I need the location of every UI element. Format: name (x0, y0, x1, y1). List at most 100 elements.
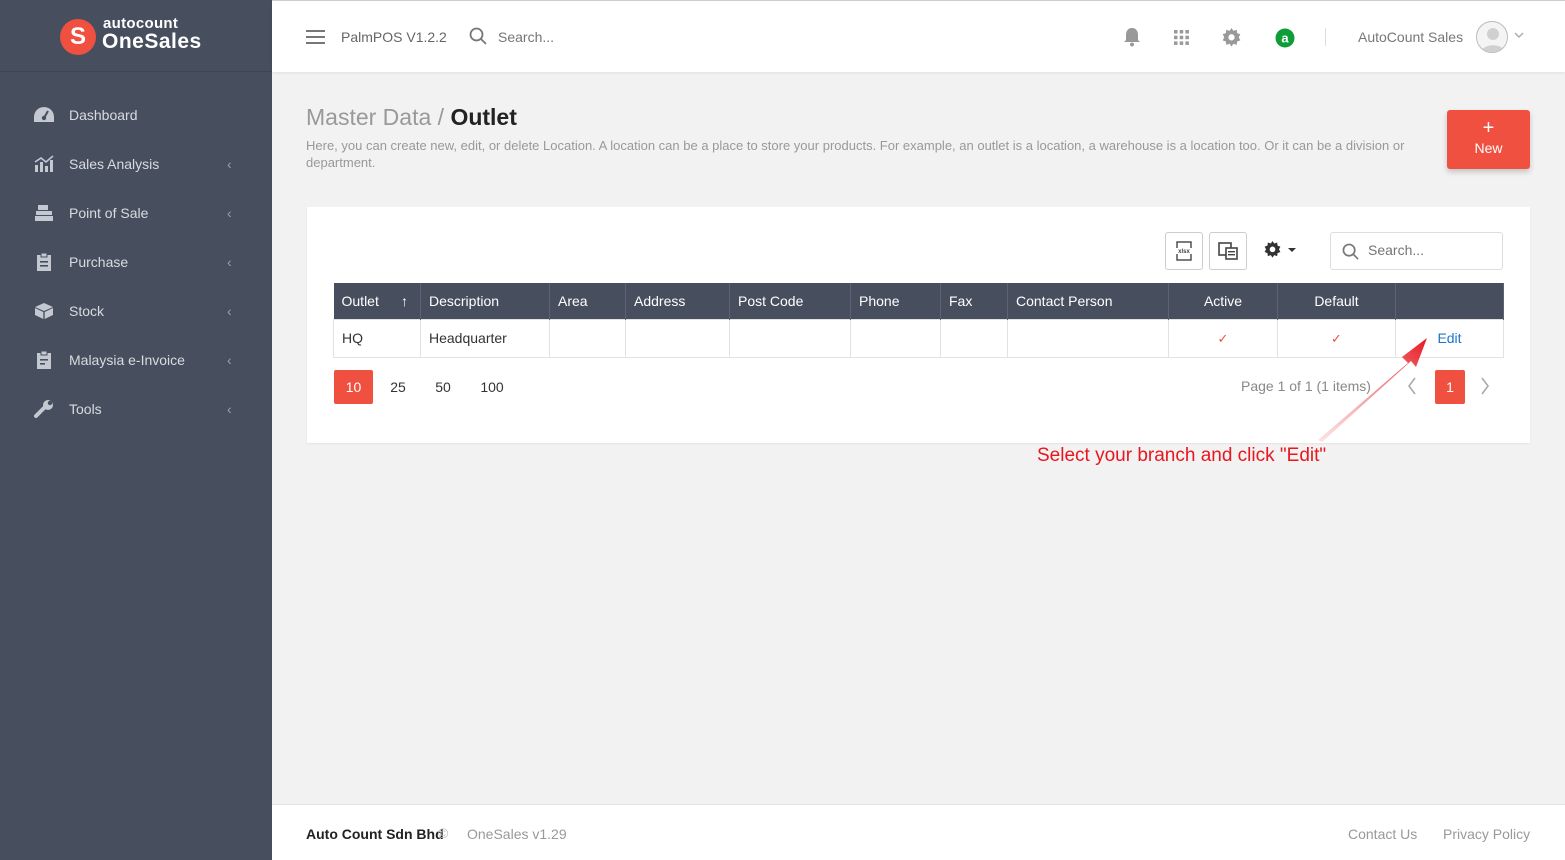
column-header-post-code[interactable]: Post Code (729, 283, 851, 319)
status-badge[interactable]: a (1275, 28, 1295, 53)
search-icon[interactable] (469, 27, 487, 50)
chevron-left-icon: ‹ (227, 401, 232, 417)
grid-search-input[interactable] (1368, 242, 1498, 258)
column-header-contact-person[interactable]: Contact Person (1007, 283, 1169, 319)
sidebar-item-malaysia-e-invoice[interactable]: Malaysia e-Invoice ‹ (0, 340, 272, 380)
sidebar-item-label: Malaysia e-Invoice (69, 352, 185, 368)
search-icon (1342, 243, 1359, 265)
export-xlsx-button[interactable]: xlsx (1165, 232, 1203, 270)
grid-settings-dropdown[interactable] (1264, 241, 1297, 258)
sidebar-item-purchase[interactable]: Purchase ‹ (0, 242, 272, 282)
top-header: PalmPOS V1.2.2 a AutoCount Sales (272, 0, 1565, 72)
cell-post-code (729, 318, 851, 358)
grid-search-box[interactable] (1330, 232, 1503, 270)
cell-outlet: HQ (333, 318, 421, 358)
invoice-icon (33, 349, 55, 371)
cell-phone (850, 318, 941, 358)
next-page-button[interactable] (1480, 377, 1490, 400)
chevron-down-icon[interactable] (1514, 30, 1524, 42)
column-header-outlet[interactable]: Outlet ↑ (333, 283, 421, 319)
box-icon (33, 300, 55, 322)
gear-icon[interactable] (1222, 28, 1241, 52)
svg-text:xlsx: xlsx (1178, 249, 1190, 255)
footer-company: Auto Count Sdn Bhd (306, 826, 444, 842)
logo-mark: S (60, 19, 96, 55)
column-header-address[interactable]: Address (625, 283, 730, 319)
sidebar-item-dashboard[interactable]: Dashboard (0, 95, 272, 135)
checkmark-icon: ✓ (1217, 330, 1229, 346)
page-size-10[interactable]: 10 (334, 370, 373, 404)
chevron-left-icon: ‹ (227, 352, 232, 368)
header-search-input[interactable] (498, 25, 698, 49)
sidebar-item-label: Tools (69, 401, 102, 417)
apps-grid-icon[interactable] (1174, 30, 1189, 50)
user-name[interactable]: AutoCount Sales (1358, 29, 1463, 45)
cash-register-icon (33, 202, 55, 224)
footer-version: OneSales v1.29 (467, 826, 567, 842)
sidebar-item-point-of-sale[interactable]: Point of Sale ‹ (0, 193, 272, 233)
cell-contact-person (1007, 318, 1169, 358)
column-header-fax[interactable]: Fax (940, 283, 1008, 319)
column-header-area[interactable]: Area (549, 283, 626, 319)
cell-area (549, 318, 626, 358)
chevron-left-icon: ‹ (227, 303, 232, 319)
breadcrumb-parent[interactable]: Master Data / (306, 104, 450, 130)
cell-description: Headquarter (420, 318, 550, 358)
column-chooser-button[interactable] (1209, 232, 1247, 270)
new-button[interactable]: + New (1447, 110, 1530, 169)
page-size-100[interactable]: 100 (474, 370, 510, 404)
sidebar-item-sales-analysis[interactable]: Sales Analysis ‹ (0, 144, 272, 184)
sidebar-item-label: Stock (69, 303, 105, 319)
sidebar-item-label: Purchase (69, 254, 129, 270)
column-header-actions (1395, 283, 1504, 319)
brand-logo[interactable]: S autocount OneSales (0, 0, 272, 72)
column-chooser-icon (1218, 242, 1238, 260)
clipboard-icon (33, 251, 55, 273)
sidebar-item-label: Dashboard (69, 107, 138, 123)
bell-icon[interactable] (1123, 27, 1141, 52)
avatar[interactable] (1476, 21, 1508, 53)
annotation-text: Select your branch and click "Edit" (1037, 445, 1327, 466)
page-title: Outlet (450, 104, 517, 130)
gear-icon (1264, 241, 1281, 258)
table-header-row: Outlet ↑ Description Area Address Post Co… (333, 283, 1504, 319)
sort-ascending-icon: ↑ (401, 292, 408, 309)
cell-fax (940, 318, 1008, 358)
sidebar: S autocount OneSales Dashboard Sales Ana… (0, 0, 272, 860)
page-description: Here, you can create new, edit, or delet… (306, 138, 1405, 170)
copyright-icon: © (438, 825, 449, 841)
caret-down-icon (1288, 247, 1296, 252)
chevron-right-icon (1481, 377, 1489, 395)
plus-icon: + (1482, 117, 1495, 139)
page-size-25[interactable]: 25 (382, 370, 414, 404)
sidebar-item-label: Sales Analysis (69, 156, 160, 172)
column-header-default[interactable]: Default (1277, 283, 1396, 319)
xlsx-icon: xlsx (1175, 241, 1193, 261)
app-version: PalmPOS V1.2.2 (341, 29, 447, 45)
sidebar-item-label: Point of Sale (69, 205, 149, 221)
logo-bottom-text: OneSales (102, 30, 202, 53)
chevron-left-icon: ‹ (227, 254, 232, 270)
column-header-description[interactable]: Description (420, 283, 550, 319)
new-button-label: New (1474, 140, 1503, 156)
column-header-active[interactable]: Active (1168, 283, 1278, 319)
chevron-left-icon: ‹ (227, 205, 232, 221)
footer: Auto Count Sdn Bhd © OneSales v1.29 Cont… (272, 804, 1565, 860)
sidebar-item-stock[interactable]: Stock ‹ (0, 291, 272, 331)
chevron-left-icon: ‹ (227, 156, 232, 172)
svg-text:a: a (1281, 31, 1289, 46)
page-size-50[interactable]: 50 (427, 370, 459, 404)
chart-icon (33, 153, 55, 175)
privacy-policy-link[interactable]: Privacy Policy (1443, 826, 1530, 842)
annotation-arrow (1318, 338, 1427, 442)
contact-us-link[interactable]: Contact Us (1348, 826, 1417, 842)
wrench-icon (33, 398, 55, 420)
edit-link[interactable]: Edit (1437, 330, 1461, 346)
dashboard-icon (33, 104, 55, 126)
cell-address (625, 318, 730, 358)
header-divider (1325, 28, 1326, 46)
breadcrumb: Master Data / Outlet (306, 104, 517, 131)
hamburger-menu-icon[interactable] (306, 30, 325, 44)
column-header-phone[interactable]: Phone (850, 283, 941, 319)
sidebar-item-tools[interactable]: Tools ‹ (0, 389, 272, 429)
